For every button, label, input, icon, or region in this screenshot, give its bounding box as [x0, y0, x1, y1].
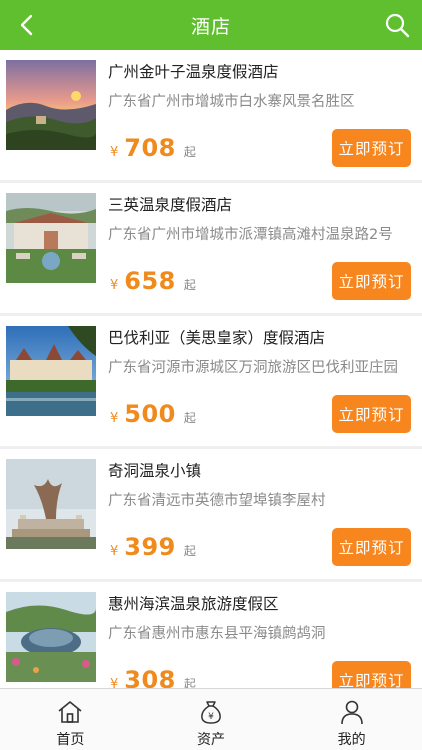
hotel-price: ¥ 308 起	[110, 666, 196, 688]
hotel-address: 广东省广州市增城市派潭镇高滩村温泉路2号	[108, 227, 393, 243]
tab-label: 资产	[197, 732, 225, 748]
user-icon	[340, 700, 363, 725]
chevron-left-icon[interactable]	[12, 10, 42, 40]
hotel-price: ¥ 399 起	[110, 533, 196, 561]
hotel-photo	[6, 60, 96, 150]
hotel-price: ¥ 658 起	[110, 267, 196, 295]
tab-assets[interactable]: ¥ 资产	[141, 689, 282, 750]
price-suffix: 起	[183, 278, 196, 292]
page-title: 酒店	[190, 15, 231, 38]
currency-symbol: ¥	[110, 278, 119, 293]
money-bag-icon: ¥	[201, 701, 221, 724]
tab-label: 首页	[56, 732, 85, 748]
price-value: 500	[124, 400, 176, 428]
hotel-name: 广州金叶子温泉度假酒店	[108, 63, 279, 81]
hotel-card[interactable]: 奇洞温泉小镇 广东省清远市英德市望埠镇李屋村 ¥ 399 起 立即预订	[0, 449, 422, 579]
hotel-photo	[6, 193, 96, 283]
hotel-card[interactable]: 巴伐利亚（美思皇家）度假酒店 广东省河源市源城区万洞旅游区巴伐利亚庄园 ¥ 50…	[0, 316, 422, 446]
hotel-name: 三英温泉度假酒店	[108, 196, 233, 214]
hotel-card[interactable]: 惠州海滨温泉旅游度假区 广东省惠州市惠东县平海镇鹧鸪洞 ¥ 308 起 立即预订	[0, 582, 422, 688]
currency-symbol: ¥	[110, 145, 119, 160]
price-suffix: 起	[183, 145, 196, 159]
price-suffix: 起	[183, 677, 196, 688]
book-now-button[interactable]: 立即预订	[332, 661, 411, 688]
currency-symbol: ¥	[110, 544, 119, 559]
price-suffix: 起	[183, 544, 196, 558]
book-now-button[interactable]: 立即预订	[332, 262, 411, 300]
hotel-photo	[6, 459, 96, 549]
price-value: 399	[124, 533, 176, 561]
hotel-card[interactable]: 三英温泉度假酒店 广东省广州市增城市派潭镇高滩村温泉路2号 ¥ 658 起 立即…	[0, 183, 422, 313]
price-value: 708	[124, 134, 176, 162]
home-icon	[58, 701, 82, 723]
hotel-name: 奇洞温泉小镇	[108, 462, 202, 480]
hotel-address: 广东省清远市英德市望埠镇李屋村	[108, 493, 326, 509]
nav-bar: 酒店	[0, 0, 422, 50]
book-now-button[interactable]: 立即预订	[332, 395, 411, 433]
book-now-button[interactable]: 立即预订	[332, 129, 411, 167]
svg-text:¥: ¥	[208, 712, 214, 722]
hotel-address: 广东省河源市源城区万洞旅游区巴伐利亚庄园	[108, 360, 398, 376]
hotel-name: 巴伐利亚（美思皇家）度假酒店	[108, 329, 326, 347]
hotel-price: ¥ 500 起	[110, 400, 196, 428]
price-value: 658	[124, 267, 176, 295]
hotel-photo	[6, 592, 96, 682]
app-screen: 酒店 广州金叶子温泉度假酒店 广东省广州市增城市白水寨风景名胜区 ¥ 708 起…	[0, 0, 422, 750]
currency-symbol: ¥	[110, 411, 119, 426]
currency-symbol: ¥	[110, 677, 119, 688]
hotel-name: 惠州海滨温泉旅游度假区	[108, 595, 279, 613]
hotel-card[interactable]: 广州金叶子温泉度假酒店 广东省广州市增城市白水寨风景名胜区 ¥ 708 起 立即…	[0, 50, 422, 180]
hotel-address: 广东省广州市增城市白水寨风景名胜区	[108, 94, 355, 110]
price-value: 308	[124, 666, 176, 688]
tab-label: 我的	[337, 732, 366, 748]
tab-bar: 首页 ¥ 资产 我的	[0, 688, 422, 750]
hotel-list[interactable]: 广州金叶子温泉度假酒店 广东省广州市增城市白水寨风景名胜区 ¥ 708 起 立即…	[0, 50, 422, 688]
tab-profile[interactable]: 我的	[281, 689, 422, 750]
search-icon[interactable]	[382, 10, 412, 40]
price-suffix: 起	[183, 411, 196, 425]
hotel-price: ¥ 708 起	[110, 134, 196, 162]
hotel-address: 广东省惠州市惠东县平海镇鹧鸪洞	[108, 626, 326, 642]
tab-home[interactable]: 首页	[0, 689, 141, 750]
book-now-button[interactable]: 立即预订	[332, 528, 411, 566]
hotel-photo	[6, 326, 96, 416]
